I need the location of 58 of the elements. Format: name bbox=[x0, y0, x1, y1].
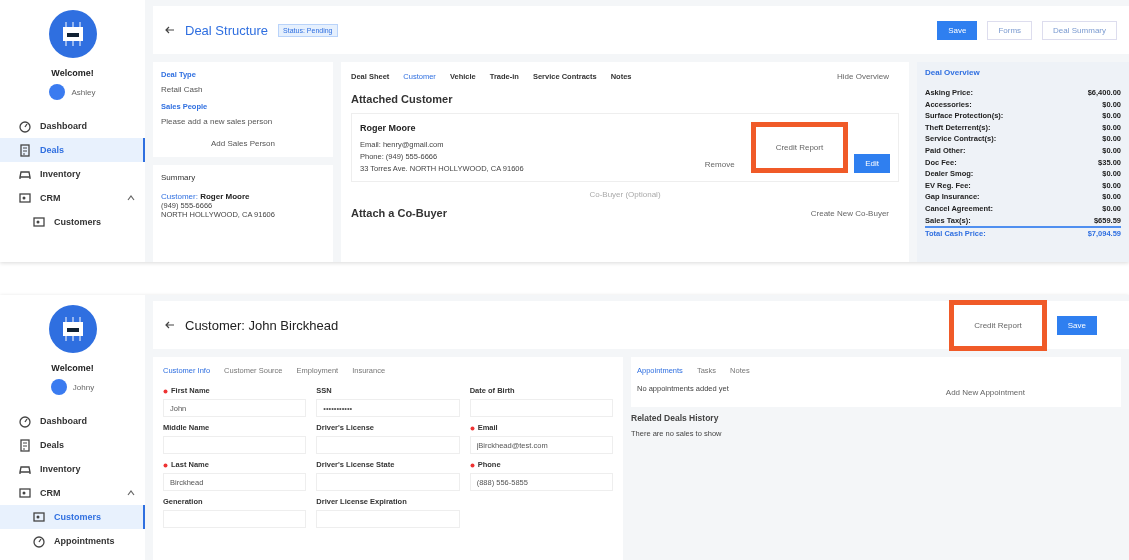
logo-icon bbox=[48, 10, 97, 58]
nav-icon bbox=[18, 438, 32, 452]
nav-icon bbox=[18, 191, 32, 205]
nav-icon bbox=[18, 414, 32, 428]
section-heading: Attached Customer bbox=[351, 93, 454, 105]
add-sales-person-button[interactable]: Add Sales Person bbox=[204, 138, 281, 149]
nav-item[interactable]: Dashboard bbox=[0, 114, 145, 138]
overview-title: Deal Overview bbox=[925, 68, 981, 77]
logo-icon bbox=[48, 305, 97, 353]
nav-item[interactable]: CRM bbox=[0, 186, 145, 210]
back-arrow-icon[interactable] bbox=[165, 26, 175, 34]
nav-item[interactable]: Customers bbox=[0, 210, 145, 234]
chevron-icon[interactable] bbox=[127, 490, 135, 496]
page-title: Customer: John Birckhead bbox=[185, 317, 339, 333]
empty-message: Please add a new sales person bbox=[161, 117, 274, 126]
summary-customer: Customer: Roger Moore bbox=[161, 192, 251, 201]
action-button[interactable]: Credit Report bbox=[765, 139, 834, 156]
hide-overview-button[interactable]: Hide Overview bbox=[827, 68, 899, 85]
nav-item[interactable]: Dashboard bbox=[0, 409, 145, 433]
customer-name: Roger Moore bbox=[360, 123, 417, 133]
avatar-icon bbox=[49, 84, 66, 100]
back-arrow-icon[interactable] bbox=[165, 321, 175, 329]
nav-item[interactable]: Inventory bbox=[0, 162, 145, 186]
co-buyer-label: Co-Buyer (Optional) bbox=[588, 190, 662, 199]
action-button[interactable]: Remove bbox=[694, 156, 745, 173]
avatar-icon bbox=[50, 379, 67, 395]
nav-icon bbox=[32, 534, 46, 548]
section-heading: Attach a Co-Buyer bbox=[351, 207, 447, 219]
required-icon bbox=[163, 388, 168, 394]
primary-button[interactable]: Edit bbox=[854, 154, 890, 173]
welcome-text: Welcome! bbox=[50, 68, 95, 78]
nav-icon bbox=[18, 119, 32, 133]
action-button[interactable]: Credit Report bbox=[964, 316, 1032, 334]
nav-item[interactable]: Customers bbox=[0, 505, 145, 529]
primary-button[interactable]: Save bbox=[1056, 315, 1097, 335]
nav-item[interactable]: CRM bbox=[0, 481, 145, 505]
chevron-icon[interactable] bbox=[127, 195, 135, 201]
toolbar-button[interactable]: Save bbox=[937, 20, 978, 40]
nav-item[interactable]: Appointments bbox=[0, 529, 145, 553]
user-name: Ashley bbox=[71, 87, 96, 97]
required-icon bbox=[469, 462, 475, 468]
page-title: Deal Structure bbox=[185, 22, 269, 38]
section-heading: Related Deals History bbox=[631, 413, 720, 423]
deal-type-value[interactable]: Retail Cash bbox=[161, 85, 325, 94]
welcome-text: Welcome! bbox=[50, 363, 95, 373]
summary-title: Summary bbox=[161, 173, 197, 182]
nav-icon bbox=[18, 143, 32, 157]
nav-icon bbox=[18, 486, 32, 500]
nav-icon bbox=[32, 510, 46, 524]
nav-item[interactable]: Inventory bbox=[0, 457, 145, 481]
required-icon bbox=[163, 462, 168, 468]
user-name: Johny bbox=[72, 382, 95, 392]
nav-icon bbox=[32, 215, 46, 229]
required-icon bbox=[469, 425, 475, 431]
nav-item[interactable]: Deals bbox=[0, 433, 145, 457]
nav-item[interactable]: Deals bbox=[0, 138, 145, 162]
create-co-buyer-button[interactable]: Create New Co-Buyer bbox=[800, 204, 899, 222]
add-appointment-button[interactable]: Add New Appointment bbox=[935, 384, 1035, 401]
